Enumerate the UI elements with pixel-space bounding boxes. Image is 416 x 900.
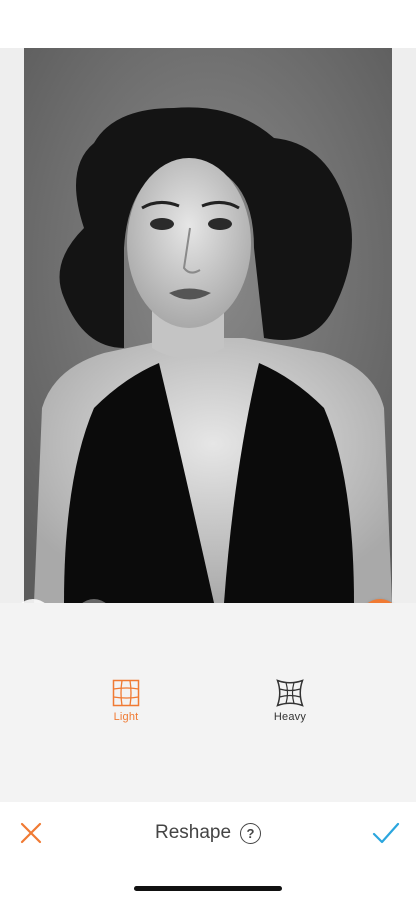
reshape-screen: Light Heavy Reshape ? (0, 0, 416, 900)
tool-light[interactable]: Light (86, 679, 166, 723)
confirm-button[interactable] (372, 820, 400, 846)
grid-warp-heavy-icon (276, 679, 304, 707)
tool-heavy-label: Heavy (273, 711, 307, 723)
page-title: Reshape (154, 822, 232, 843)
help-icon[interactable]: ? (240, 822, 262, 844)
photo-canvas-area (0, 48, 416, 639)
reshape-tool-panel: Light Heavy (0, 603, 416, 802)
home-indicator (134, 886, 282, 891)
tool-light-label: Light (113, 711, 139, 723)
tool-heavy[interactable]: Heavy (250, 679, 330, 723)
title-group: Reshape ? (0, 820, 416, 846)
edited-photo[interactable] (24, 48, 392, 603)
portrait-illustration (24, 48, 392, 603)
checkmark-icon (372, 822, 400, 844)
bottom-bar: Reshape ? (0, 802, 416, 900)
grid-warp-light-icon (112, 679, 140, 707)
